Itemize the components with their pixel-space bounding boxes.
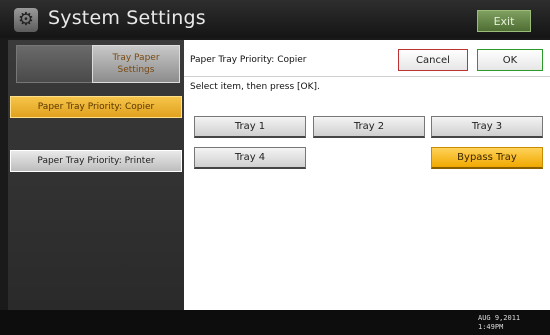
tray-3-button[interactable]: Tray 3 xyxy=(431,116,543,138)
dialog-title: Paper Tray Priority: Copier xyxy=(190,55,307,65)
settings-dialog: Paper Tray Priority: Copier Cancel OK Se… xyxy=(184,40,550,310)
tray-2-button[interactable]: Tray 2 xyxy=(313,116,425,138)
ok-button[interactable]: OK xyxy=(477,49,543,71)
gear-icon: ⚙ xyxy=(14,8,38,32)
page-title: System Settings xyxy=(48,7,206,29)
tray-4-button[interactable]: Tray 4 xyxy=(194,147,306,169)
time-display: 1:49PM xyxy=(478,323,504,331)
tab-general-features[interactable] xyxy=(16,45,98,83)
tray-1-button[interactable]: Tray 1 xyxy=(194,116,306,138)
paper-tray-priority-copier-button[interactable]: Paper Tray Priority: Copier xyxy=(10,96,182,118)
date-display: AUG 9,2011 xyxy=(478,314,521,322)
tab-tray-paper-settings[interactable]: Tray Paper Settings xyxy=(92,45,180,83)
left-panel: Tray Paper Settings Paper Tray Priority:… xyxy=(8,40,184,310)
paper-tray-priority-printer-button[interactable]: Paper Tray Priority: Printer xyxy=(10,150,182,172)
header-bar: ⚙ System Settings Exit xyxy=(0,0,550,38)
bypass-tray-button[interactable]: Bypass Tray xyxy=(431,147,543,169)
divider xyxy=(184,76,550,77)
status-bar: AUG 9,2011 1:49PM xyxy=(0,310,550,335)
instruction-text: Select item, then press [OK]. xyxy=(190,82,320,92)
cancel-button[interactable]: Cancel xyxy=(398,49,468,71)
exit-button[interactable]: Exit xyxy=(477,10,531,32)
